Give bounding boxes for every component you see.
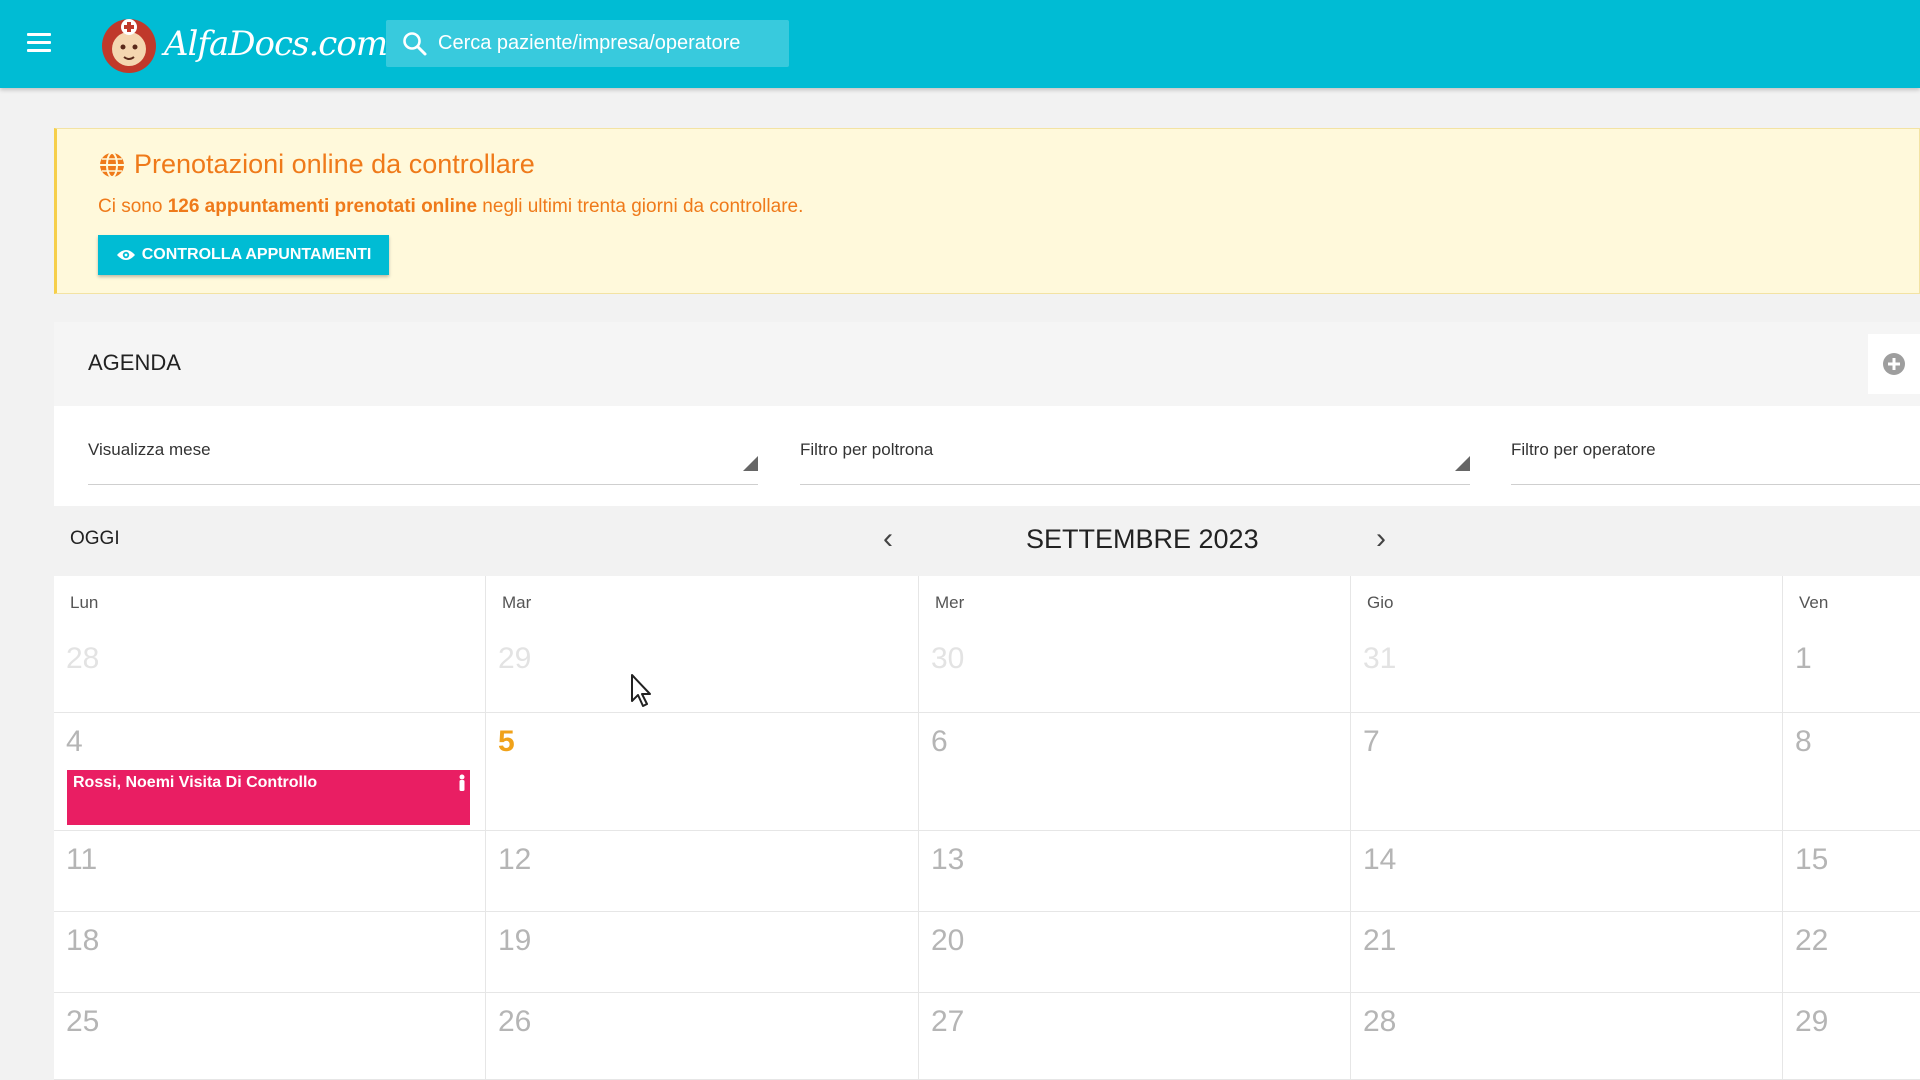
top-bar: AlfaDocs.com <box>0 0 1920 88</box>
day-cell[interactable]: 8 <box>1783 713 1920 831</box>
day-cell[interactable]: 15 <box>1783 831 1920 912</box>
day-cell[interactable]: 21 <box>1351 912 1783 993</box>
weekday-thu: Gio <box>1351 576 1783 630</box>
operator-filter-label: Filtro per operatore <box>1511 440 1656 459</box>
day-cell[interactable]: 26 <box>486 993 919 1080</box>
day-number: 28 <box>1363 1005 1397 1038</box>
day-number: 29 <box>498 642 532 675</box>
calendar-toolbar: OGGI ‹ SETTEMBRE 2023 › <box>54 506 1920 576</box>
day-number: 25 <box>66 1005 100 1038</box>
day-cell[interactable]: 7 <box>1351 713 1783 831</box>
day-cell[interactable]: 18 <box>54 912 486 993</box>
day-cell[interactable]: 1 <box>1783 630 1920 713</box>
day-cell-today[interactable]: 5 <box>486 713 919 831</box>
agenda-title: AGENDA <box>88 350 181 375</box>
day-cell[interactable]: 11 <box>54 831 486 912</box>
search-box[interactable] <box>386 20 789 67</box>
event-patient-name: Rossi, Noemi <box>73 774 175 791</box>
day-cell[interactable]: 19 <box>486 912 919 993</box>
day-number: 20 <box>931 924 965 957</box>
day-cell[interactable]: 28 <box>1351 993 1783 1080</box>
view-select-label: Visualizza mese <box>88 440 211 459</box>
day-number: 28 <box>66 642 100 675</box>
day-cell[interactable]: 29 <box>486 630 919 713</box>
weekday-fri: Ven <box>1799 593 1829 612</box>
day-cell[interactable]: 27 <box>919 993 1351 1080</box>
day-number: 1 <box>1795 642 1812 675</box>
day-number: 12 <box>498 843 532 876</box>
day-cell[interactable]: 13 <box>919 831 1351 912</box>
day-number: 21 <box>1363 924 1397 957</box>
banner-title-text: Prenotazioni online da controllare <box>134 149 535 179</box>
dropdown-arrow-icon <box>743 456 758 471</box>
chair-filter-select[interactable]: Filtro per poltrona <box>800 440 1470 485</box>
banner-message: Ci sono 126 appuntamenti prenotati onlin… <box>98 196 804 217</box>
search-icon <box>403 32 427 56</box>
day-number: 29 <box>1795 1005 1829 1038</box>
agenda-filters: Visualizza mese Filtro per poltrona Filt… <box>54 406 1920 506</box>
globe-icon <box>100 151 124 178</box>
check-appointments-label: CONTROLLA APPUNTAMENTI <box>141 246 372 263</box>
day-number: 26 <box>498 1005 532 1038</box>
dropdown-arrow-icon <box>1455 456 1470 471</box>
next-month-chevron-right-icon[interactable]: › <box>1366 522 1396 558</box>
add-appointment-button[interactable] <box>1868 334 1920 394</box>
day-number: 14 <box>1363 843 1397 876</box>
eye-icon <box>116 250 135 260</box>
day-cell[interactable]: 29 <box>1783 993 1920 1080</box>
today-button[interactable]: OGGI <box>70 528 120 550</box>
month-label: SETTEMBRE 2023 <box>1026 524 1259 554</box>
hamburger-menu-icon[interactable] <box>22 26 56 60</box>
day-cell[interactable]: 22 <box>1783 912 1920 993</box>
weekday-wed: Mer <box>919 576 1351 630</box>
day-cell[interactable]: 31 <box>1351 630 1783 713</box>
lion-logo-icon <box>102 19 156 73</box>
day-cell[interactable]: 30 <box>919 630 1351 713</box>
weekday-mon: Lun <box>54 576 486 630</box>
day-number: 22 <box>1795 924 1829 957</box>
agenda-header: AGENDA <box>54 322 1920 406</box>
month-grid: 28 29 30 31 1 4 5 6 7 8 11 12 13 14 15 1… <box>54 630 1920 1080</box>
search-input[interactable] <box>438 20 778 67</box>
day-number-today: 5 <box>498 725 515 758</box>
day-cell[interactable]: 14 <box>1351 831 1783 912</box>
appointment-event[interactable]: Rossi, Noemi Visita Di Controllo <box>67 770 470 825</box>
day-number: 31 <box>1363 642 1397 675</box>
day-number: 8 <box>1795 725 1812 758</box>
day-cell[interactable]: 6 <box>919 713 1351 831</box>
day-cell[interactable]: 28 <box>54 630 486 713</box>
banner-count: 126 appuntamenti prenotati online <box>167 196 478 217</box>
view-select[interactable]: Visualizza mese <box>88 440 758 485</box>
day-number: 30 <box>931 642 965 675</box>
weekday-tue: Mar <box>486 576 919 630</box>
day-number: 7 <box>1363 725 1380 758</box>
day-number: 18 <box>66 924 100 957</box>
day-cell[interactable]: 25 <box>54 993 486 1080</box>
day-number: 13 <box>931 843 965 876</box>
weekday-header-row: Lun Mar Mer Gio Ven <box>54 576 1920 631</box>
day-number: 15 <box>1795 843 1829 876</box>
logo[interactable]: AlfaDocs.com <box>98 10 388 78</box>
day-number: 19 <box>498 924 532 957</box>
chair-filter-label: Filtro per poltrona <box>800 440 934 459</box>
day-number: 27 <box>931 1005 965 1038</box>
banner-title: Prenotazioni online da controllare <box>98 149 535 180</box>
logo-text: AlfaDocs.com <box>164 24 388 64</box>
online-bookings-banner: Prenotazioni online da controllare Ci so… <box>54 128 1920 294</box>
person-icon <box>459 774 465 791</box>
operator-filter-select[interactable]: Filtro per operatore <box>1511 440 1920 485</box>
day-number: 6 <box>931 725 948 758</box>
event-title: Visita Di Controllo <box>174 774 318 791</box>
day-number: 4 <box>66 725 83 758</box>
day-cell[interactable]: 20 <box>919 912 1351 993</box>
check-appointments-button[interactable]: CONTROLLA APPUNTAMENTI <box>98 235 389 275</box>
prev-month-chevron-left-icon[interactable]: ‹ <box>873 522 903 558</box>
plus-circle-icon <box>1883 353 1905 375</box>
day-cell[interactable]: 12 <box>486 831 919 912</box>
day-number: 11 <box>66 843 98 876</box>
